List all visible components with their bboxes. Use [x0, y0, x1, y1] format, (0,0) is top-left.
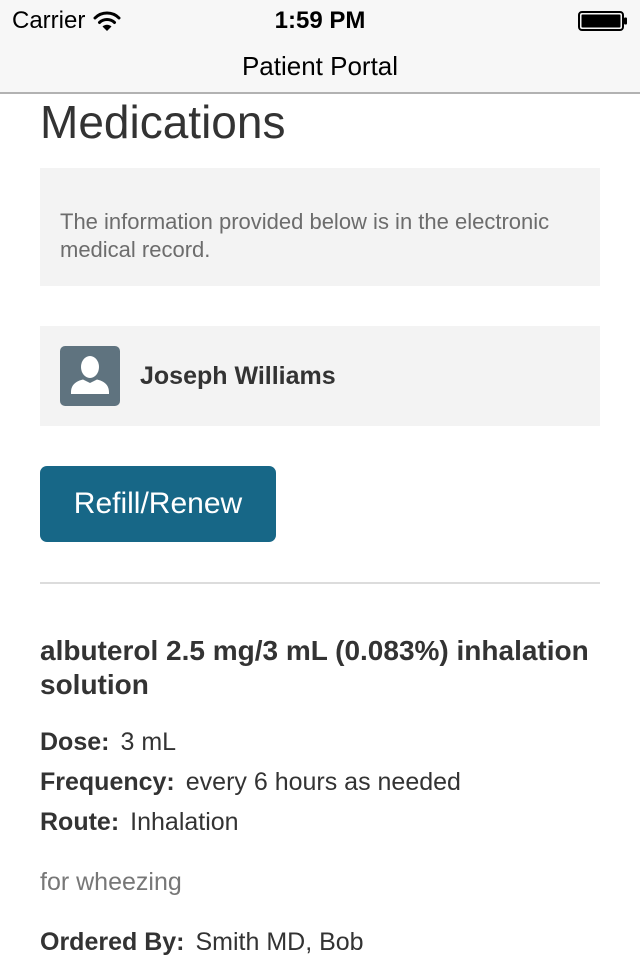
ordered-by-value: Smith MD, Bob	[195, 928, 364, 956]
dose-row: Dose: 3 mL	[40, 727, 176, 757]
route-label: Route:	[40, 808, 120, 836]
status-time: 1:59 PM	[274, 7, 366, 34]
nav-title: Patient Portal	[241, 51, 399, 81]
frequency-row: Frequency: every 6 hours as needed	[40, 767, 461, 797]
route-value: Inhalation	[130, 808, 239, 836]
ordered-by-label: Ordered By:	[40, 928, 185, 956]
navigation-bar: Patient Portal	[0, 40, 640, 94]
info-text: The information provided below is in the…	[60, 209, 550, 262]
frequency-value: every 6 hours as needed	[185, 768, 461, 796]
section-divider	[40, 582, 600, 584]
medication-note: for wheezing	[40, 868, 182, 896]
refill-renew-button[interactable]: Refill/Renew	[40, 466, 276, 542]
medication-name: albuterol 2.5 mg/3 mL (0.083%) inhalatio…	[40, 635, 589, 700]
page-title: Medications	[40, 96, 286, 148]
person-icon	[71, 356, 109, 394]
route-row: Route: Inhalation	[40, 807, 239, 837]
battery-icon	[578, 11, 627, 31]
ordered-by-row: Ordered By: Smith MD, Bob	[40, 927, 364, 957]
patient-card: Joseph Williams	[40, 326, 600, 426]
avatar	[60, 346, 120, 406]
info-notice: The information provided below is in the…	[40, 168, 600, 286]
frequency-label: Frequency:	[40, 768, 175, 796]
patient-name: Joseph Williams	[140, 361, 336, 390]
dose-label: Dose:	[40, 728, 110, 756]
status-bar: Carrier 1:59 PM	[0, 0, 640, 40]
dose-value: 3 mL	[120, 728, 177, 756]
